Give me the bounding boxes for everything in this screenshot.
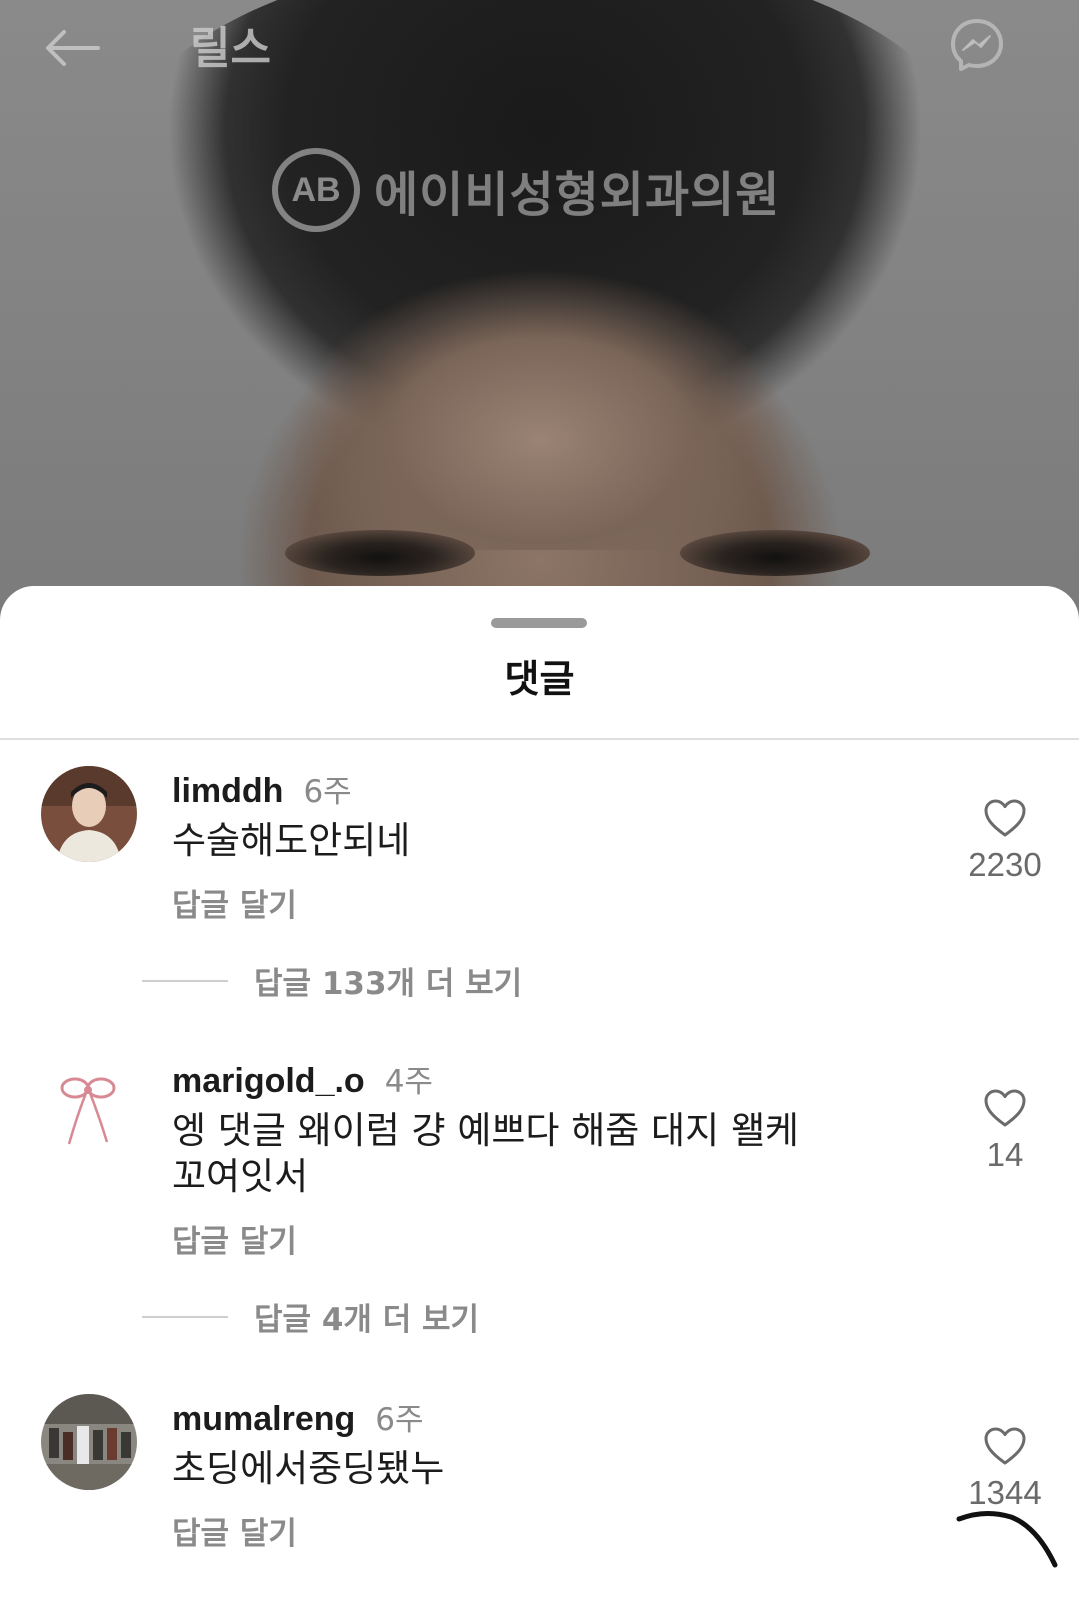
- comment-item: limddh 6주 수술해도안되네 답글 달기 답글 133개 더 보기 223…: [0, 766, 1079, 1026]
- comment-item: marigold_.o 4주 엥 댓글 왜이럼 걍 예쁘다 해줌 대지 왤케 꼬…: [0, 1056, 1079, 1356]
- comment-header: mumalreng 6주: [172, 1394, 424, 1439]
- comment-time: 6주: [375, 1402, 424, 1438]
- heart-outline-icon: [984, 1427, 1026, 1465]
- comment-username[interactable]: limddh: [172, 772, 283, 811]
- reply-button[interactable]: 답글 달기: [172, 880, 297, 925]
- comment-time: 6주: [303, 774, 352, 810]
- messenger-icon: [951, 19, 1003, 71]
- reply-button[interactable]: 답글 달기: [172, 1508, 297, 1553]
- avatar-image: [41, 1394, 137, 1490]
- video-face-region: [290, 250, 790, 550]
- heart-outline-icon: [984, 1089, 1026, 1127]
- back-button[interactable]: [40, 20, 104, 76]
- avatar[interactable]: [41, 1394, 137, 1490]
- avatar-image: [41, 766, 137, 862]
- comment-text: 수술해도안되네: [172, 819, 411, 862]
- view-more-replies-label: 답글 4개 더 보기: [254, 1302, 480, 1338]
- comments-sheet: 댓글 limddh 6주 수술해도안되네 답글 달기 답글 133개 더 보기: [0, 586, 1079, 1601]
- sheet-drag-handle[interactable]: [491, 618, 587, 628]
- video-watermark: AB 에이비성형외과의원: [272, 148, 780, 232]
- reply-button[interactable]: 답글 달기: [172, 1216, 297, 1261]
- comment-username[interactable]: marigold_.o: [172, 1062, 365, 1101]
- like-button[interactable]: 1344: [940, 1426, 1070, 1512]
- comment-item: mumalreng 6주 초딩에서중딩됐누 답글 달기 1344: [0, 1394, 1079, 1594]
- replies-line: [142, 1315, 228, 1318]
- like-button[interactable]: 14: [940, 1088, 1070, 1174]
- view-more-replies-label: 답글 133개 더 보기: [254, 966, 523, 1002]
- like-count: 2230: [968, 846, 1042, 883]
- avatar-image: [41, 1056, 137, 1152]
- comment-header: limddh 6주: [172, 766, 352, 811]
- page-title: 릴스: [190, 23, 271, 74]
- like-count: 14: [986, 1136, 1024, 1173]
- sheet-title: 댓글: [504, 657, 575, 701]
- comment-text: 초딩에서중딩됐누: [172, 1447, 445, 1490]
- like-button[interactable]: 2230: [940, 798, 1070, 884]
- comment-text: 엥 댓글 왜이럼 걍 예쁘다 해줌 대지 왤케 꼬여잇서: [172, 1109, 799, 1198]
- avatar[interactable]: [41, 1056, 137, 1152]
- view-more-replies[interactable]: 답글 133개 더 보기: [142, 958, 522, 1003]
- video-eye-left: [285, 530, 475, 576]
- video-eye-right: [680, 530, 870, 576]
- comment-username[interactable]: mumalreng: [172, 1400, 355, 1439]
- replies-line: [142, 979, 228, 982]
- avatar[interactable]: [41, 766, 137, 862]
- arrow-left-icon: [46, 30, 100, 66]
- reel-video[interactable]: AB 에이비성형외과의원: [0, 0, 1079, 620]
- comment-time: 4주: [384, 1064, 433, 1100]
- comment-header: marigold_.o 4주: [172, 1056, 433, 1101]
- heart-outline-icon: [984, 799, 1026, 837]
- sheet-divider: [0, 738, 1079, 740]
- view-more-replies[interactable]: 답글 4개 더 보기: [142, 1294, 479, 1339]
- watermark-text: 에이비성형외과의원: [374, 167, 781, 223]
- watermark-logo: AB: [272, 148, 360, 232]
- scribble-mark: [956, 1511, 1058, 1568]
- top-bar: 릴스: [0, 0, 1079, 92]
- messenger-button[interactable]: [946, 14, 1008, 76]
